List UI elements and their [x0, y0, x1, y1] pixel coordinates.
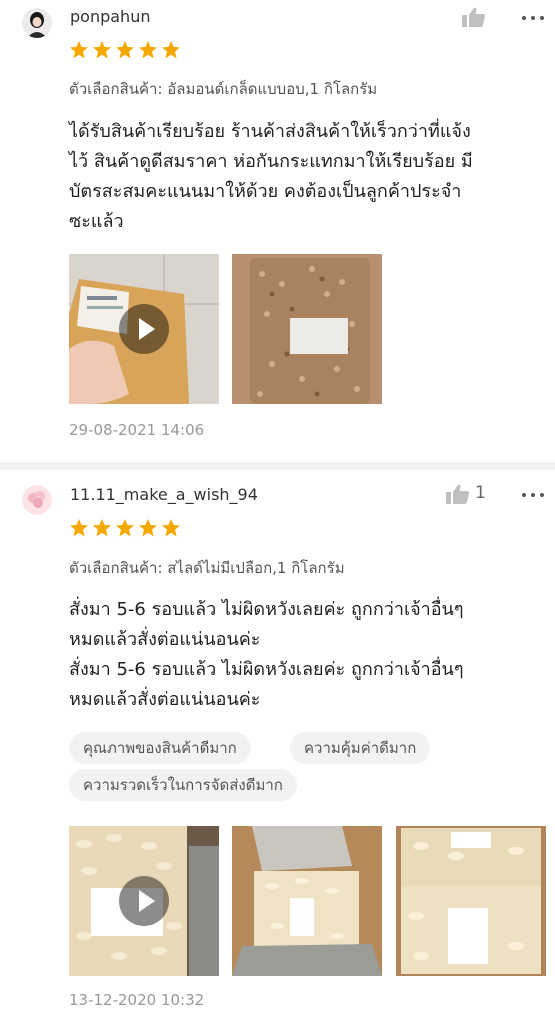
review-text: ได้รับสินค้าเรียบร้อย ร้านค้าส่งสินค้าให…	[69, 117, 539, 237]
star-icon	[162, 519, 180, 537]
reviewer-name[interactable]: ponpahun	[70, 7, 150, 26]
more-dots-icon[interactable]	[522, 14, 544, 22]
star-icon	[162, 41, 180, 59]
review-tag: คุณภาพของสินค้าดีมาก	[69, 732, 251, 764]
review-tag: ความรวดเร็วในการจัดส่งดีมาก	[69, 769, 297, 801]
star-icon	[139, 41, 157, 59]
star-icon	[93, 519, 111, 537]
star-icon	[70, 519, 88, 537]
review-text: สั่งมา 5-6 รอบแล้ว ไม่ผิดหวังเลยค่ะ ถูกก…	[69, 595, 539, 715]
review-text-line: ได้รับสินค้าเรียบร้อย ร้านค้าส่งสินค้าให…	[69, 121, 471, 142]
review-text-line: หมดแล้วสั่งต่อแน่นอนค่ะ	[69, 629, 261, 650]
product-variation: ตัวเลือกสินค้า: อัลมอนด์เกล็ดแบบอบ,1 กิโ…	[69, 80, 378, 98]
thumbs-up-icon[interactable]	[446, 484, 472, 506]
review-photo[interactable]	[232, 254, 382, 404]
reviewer-name[interactable]: 11.11_make_a_wish_94	[70, 485, 258, 504]
thumbs-up-icon[interactable]	[462, 7, 488, 29]
review-text-line: สั่งมา 5-6 รอบแล้ว ไม่ผิดหวังเลยค่ะ ถูกก…	[69, 599, 464, 620]
more-dots-icon[interactable]	[522, 491, 544, 499]
review-card: 11.11_make_a_wish_94 1 ตัวเลือกสินค้า: ส…	[0, 470, 555, 1024]
avatar[interactable]	[22, 8, 52, 38]
play-icon[interactable]	[119, 304, 169, 354]
review-text-line: บัตรสะสมคะแนนมาให้ด้วย คงต้องเป็นลูกค้าป…	[69, 181, 462, 202]
review-text-line: ซะแล้ว	[69, 211, 124, 232]
review-date: 13-12-2020 10:32	[69, 991, 205, 1009]
star-icon	[116, 41, 134, 59]
star-rating	[69, 40, 181, 60]
review-photo[interactable]	[396, 826, 546, 976]
review-photo[interactable]	[232, 826, 382, 976]
star-icon	[93, 41, 111, 59]
review-text-line: สั่งมา 5-6 รอบแล้ว ไม่ผิดหวังเลยค่ะ ถูกก…	[69, 659, 464, 680]
product-variation: ตัวเลือกสินค้า: สไลด์ไม่มีเปลือก,1 กิโลก…	[69, 559, 345, 577]
like-count: 1	[475, 483, 486, 503]
avatar[interactable]	[22, 485, 52, 515]
review-video-thumbnail[interactable]	[69, 826, 219, 976]
star-icon	[116, 519, 134, 537]
review-text-line: หมดแล้วสั่งต่อแน่นอนค่ะ	[69, 689, 261, 710]
review-tag: ความคุ้มค่าดีมาก	[290, 732, 431, 764]
star-rating	[69, 518, 181, 538]
review-divider	[0, 462, 555, 470]
star-icon	[70, 41, 88, 59]
review-text-line: ไว้ สินค้าดูดีสมราคา ห่อกันกระแทกมาให้เร…	[69, 151, 473, 172]
play-icon[interactable]	[119, 876, 169, 926]
review-video-thumbnail[interactable]	[69, 254, 219, 404]
review-date: 29-08-2021 14:06	[69, 421, 205, 439]
star-icon	[139, 519, 157, 537]
review-card: ponpahun ตัวเลือกสินค้า: อัลมอนด์เกล็ดแบ…	[0, 0, 555, 462]
